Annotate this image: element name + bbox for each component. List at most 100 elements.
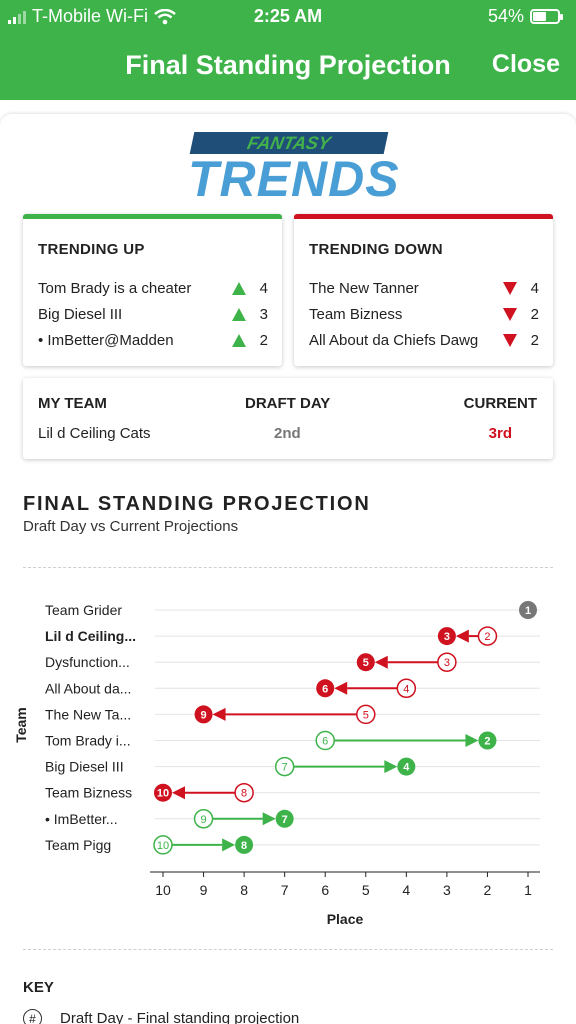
current-place-label: 2 <box>484 736 490 748</box>
arrowhead <box>374 655 388 669</box>
trend-down-name: Team Bizness <box>309 305 403 323</box>
my-team-label: MY TEAM <box>38 395 107 412</box>
x-tick-label: 7 <box>281 882 289 898</box>
section-title: FINAL STANDING PROJECTION <box>23 493 371 515</box>
current-place-label: 1 <box>525 605 531 617</box>
trend-up-name: Big Diesel III <box>38 305 123 323</box>
trend-down-value: 2 <box>530 305 539 323</box>
top-bar: T-Mobile Wi-Fi 2:25 AM 54% Final Standin… <box>0 0 576 100</box>
trend-down-value: 4 <box>530 279 539 297</box>
fantasy-trends-logo: FANTASY TRENDS <box>188 132 400 207</box>
battery-icon <box>530 9 563 24</box>
x-tick-label: 9 <box>200 882 208 898</box>
trending-up-card: TRENDING UP Tom Brady is a cheater 4 Big … <box>23 214 282 366</box>
trend-down-value: 2 <box>530 331 539 349</box>
arrowhead <box>222 838 236 852</box>
draft-day-value: 2nd <box>274 425 301 442</box>
y-axis-title: Team <box>13 707 29 743</box>
draft-day-place-label: 10 <box>157 840 169 852</box>
standing-projection-chart: Team Grider Lil d Ceiling... Dysfunction..… <box>13 601 540 927</box>
draft-day-place-label: 7 <box>282 762 288 774</box>
team-label: Team Bizness <box>45 785 132 801</box>
current-place-label: 7 <box>282 814 288 826</box>
arrow-up-icon <box>232 281 246 295</box>
x-tick-label: 10 <box>155 882 171 898</box>
arrowhead <box>334 681 348 695</box>
trend-up-name: Tom Brady is a cheater <box>38 279 192 297</box>
draft-day-place-label: 6 <box>322 736 328 748</box>
x-tick-label: 3 <box>443 882 451 898</box>
current-place-label: 8 <box>241 840 247 852</box>
section-subtitle: Draft Day vs Current Projections <box>23 518 239 535</box>
trend-down-name: The New Tanner <box>309 279 419 297</box>
trending-down-card: TRENDING DOWN The New Tanner 4 Team Bizne… <box>294 214 553 366</box>
current-place-label: 9 <box>200 709 206 721</box>
trend-up-value: 2 <box>259 331 268 349</box>
x-tick-label: 6 <box>321 882 329 898</box>
x-axis-title: Place <box>327 911 364 927</box>
key-circle-icon: # <box>23 1009 42 1024</box>
team-label: Big Diesel III <box>45 759 124 775</box>
arrowhead <box>465 734 479 747</box>
my-team-card: MY TEAM DRAFT DAY CURRENT Lil d Ceiling … <box>23 378 553 459</box>
current-place-label: 6 <box>322 683 328 695</box>
team-label: Dysfunction... <box>45 654 130 670</box>
logo-bottom-text: TRENDS <box>188 151 400 207</box>
trend-up-row: Tom Brady is a cheater 4 <box>38 277 268 299</box>
draft-day-place-label: 4 <box>403 683 409 695</box>
trend-up-value: 3 <box>259 305 268 323</box>
trend-down-row: The New Tanner 4 <box>309 277 539 299</box>
draft-day-place-label: 5 <box>363 709 369 721</box>
current-place-label: 3 <box>444 631 450 643</box>
key-title: KEY <box>23 979 54 996</box>
arrowhead <box>455 629 469 643</box>
x-tick-label: 4 <box>402 882 410 898</box>
trending-down-title: TRENDING DOWN <box>309 241 443 258</box>
team-label: Team Grider <box>45 602 122 618</box>
trend-down-row: Team Bizness 2 <box>309 303 539 325</box>
trending-up-title: TRENDING UP <box>38 241 145 258</box>
close-button[interactable]: Close <box>492 50 560 79</box>
draft-day-place-label: 9 <box>200 814 206 826</box>
trend-up-row: Big Diesel III 3 <box>38 303 268 325</box>
team-label: • ImBetter... <box>45 811 118 827</box>
trend-up-name: • ImBetter@Madden <box>38 331 174 349</box>
divider <box>23 949 553 950</box>
team-label: Lil d Ceiling... <box>45 628 136 644</box>
arrowhead <box>384 760 398 774</box>
key-item: # Draft Day - Final standing projection <box>23 1009 299 1024</box>
x-tick-label: 2 <box>484 882 492 898</box>
x-tick-label: 8 <box>240 882 248 898</box>
team-label: Tom Brady i... <box>45 733 131 749</box>
draft-day-place-label: 2 <box>484 631 490 643</box>
trend-up-value: 4 <box>259 279 268 297</box>
status-bar: T-Mobile Wi-Fi 2:25 AM 54% <box>0 6 576 30</box>
page-title: Final Standing Projection <box>125 50 451 80</box>
arrow-up-icon <box>232 307 246 321</box>
my-team-name: Lil d Ceiling Cats <box>38 425 151 442</box>
team-label: Team Pigg <box>45 837 111 853</box>
arrow-up-icon <box>232 333 246 347</box>
current-label: CURRENT <box>463 395 537 412</box>
battery-percent: 54% <box>487 6 524 26</box>
divider <box>23 567 553 568</box>
team-label: All About da... <box>45 680 131 696</box>
arrowhead <box>212 707 226 721</box>
arrow-down-icon <box>503 281 517 295</box>
team-label: The New Ta... <box>45 706 131 722</box>
trend-down-name: All About da Chiefs Dawg <box>309 331 479 349</box>
draft-day-label: DRAFT DAY <box>245 395 331 412</box>
x-tick-label: 1 <box>524 882 532 898</box>
arrowhead <box>262 812 276 826</box>
battery-fill <box>533 12 546 21</box>
current-place-label: 5 <box>363 657 369 669</box>
arrow-down-icon <box>503 333 517 347</box>
x-tick-label: 5 <box>362 882 370 898</box>
key-label: Draft Day - Final standing projection <box>60 1010 300 1024</box>
arrowhead <box>172 786 185 800</box>
current-place-label: 10 <box>157 788 169 800</box>
trend-up-row: • ImBetter@Madden 2 <box>38 329 268 351</box>
current-value: 3rd <box>488 425 512 442</box>
trend-down-row: All About da Chiefs Dawg 2 <box>309 329 539 351</box>
draft-day-place-label: 3 <box>444 657 450 669</box>
